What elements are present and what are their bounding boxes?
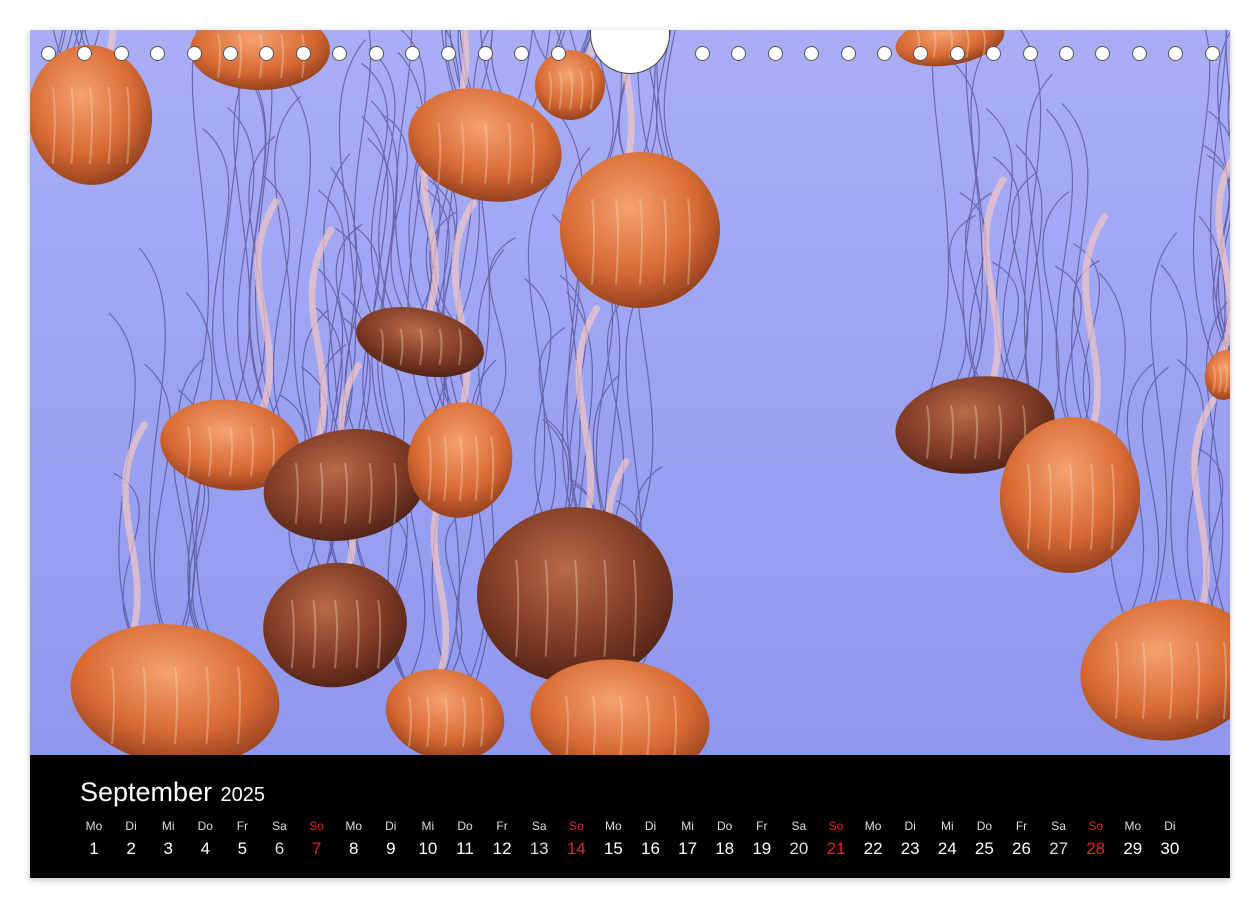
day-cell: So 14 — [557, 817, 595, 859]
day-cell: Mi 17 — [669, 817, 707, 859]
day-number: 27 — [1049, 839, 1069, 858]
weekday-label: Sa — [272, 819, 287, 833]
day-cell: Mo 1 — [75, 817, 113, 859]
day-number: 28 — [1086, 839, 1106, 858]
day-cell: Di 23 — [891, 817, 929, 859]
jellyfish-illustration — [30, 30, 1230, 755]
day-number: 8 — [348, 839, 359, 858]
day-cell: Fr 26 — [1003, 817, 1041, 859]
day-cell: Do 25 — [965, 817, 1003, 859]
day-number: 18 — [715, 839, 735, 858]
day-number: 14 — [566, 839, 586, 858]
weekday-label: Sa — [791, 819, 807, 833]
day-cell: Di 16 — [632, 817, 670, 859]
weekday-label: Fr — [756, 819, 768, 833]
weekday-label: Di — [644, 819, 657, 833]
day-number: 26 — [1012, 839, 1031, 858]
weekday-label: Sa — [531, 819, 547, 833]
weekday-label: Di — [1164, 819, 1176, 833]
day-cell: So 28 — [1077, 817, 1115, 859]
day-number: 30 — [1160, 839, 1180, 858]
weekday-label: Mo — [85, 819, 103, 833]
day-number: 9 — [386, 839, 396, 858]
weekday-label: Di — [904, 819, 916, 833]
weekday-label: So — [568, 819, 584, 833]
weekday-label: Di — [125, 819, 137, 833]
jellyfish-photo — [30, 30, 1230, 755]
year: 2025 — [220, 784, 266, 806]
day-number: 3 — [163, 839, 173, 858]
day-cell: Mo 29 — [1114, 817, 1152, 859]
weekday-label: Mi — [161, 819, 175, 833]
weekday-label: Mi — [940, 819, 954, 833]
calendar-strip: September 2025 Mo 1 Di 2 Mi 3 Do 4 Fr 5 Sa 6 So 7 Mo 8 D… — [30, 755, 1230, 878]
day-cell: Fr 12 — [483, 817, 521, 859]
day-cell: Mi 10 — [409, 817, 447, 859]
day-number: 15 — [603, 839, 623, 858]
weekday-label: So — [309, 819, 324, 833]
weekday-label: Do — [457, 819, 473, 833]
weekday-label: Mo — [1124, 819, 1142, 833]
day-cell: Do 18 — [706, 817, 744, 859]
day-cell: Di 30 — [1151, 817, 1189, 859]
weekday-label: Sa — [1051, 819, 1066, 833]
day-cell: Mi 3 — [149, 817, 187, 859]
day-number: 22 — [863, 839, 883, 858]
weekday-label: Mo — [864, 819, 882, 833]
day-number: 6 — [274, 839, 285, 858]
day-number: 23 — [900, 839, 920, 858]
day-number: 12 — [492, 839, 512, 858]
weekday-label: Di — [385, 819, 397, 833]
day-number: 5 — [237, 839, 248, 858]
weekday-label: Fr — [236, 819, 249, 833]
day-cell: Di 2 — [112, 817, 150, 859]
day-number: 7 — [311, 839, 322, 858]
day-cell: Mi 24 — [928, 817, 966, 859]
day-cell: Sa 27 — [1040, 817, 1078, 859]
day-cell: Di 9 — [372, 817, 410, 859]
day-number: 16 — [641, 839, 660, 858]
day-number: 21 — [826, 839, 846, 858]
day-cell: Mo 22 — [854, 817, 892, 859]
day-cell: Do 11 — [446, 817, 484, 859]
weekday-label: Mo — [345, 819, 363, 833]
day-number: 29 — [1123, 839, 1143, 858]
weekday-label: So — [828, 819, 844, 833]
day-number: 20 — [789, 839, 809, 858]
calendar-page: September 2025 Mo 1 Di 2 Mi 3 Do 4 Fr 5 Sa 6 So 7 Mo 8 D… — [30, 30, 1230, 878]
day-number: 4 — [200, 839, 211, 858]
day-number: 2 — [126, 839, 136, 858]
weekday-label: Do — [717, 819, 733, 833]
month-title: September 2025 — [80, 777, 265, 808]
weekday-label: Do — [197, 819, 213, 833]
day-cell: Mo 8 — [335, 817, 373, 859]
weekday-label: Do — [976, 819, 993, 833]
day-number: 19 — [752, 839, 772, 858]
weekday-label: Mo — [605, 819, 622, 833]
day-number: 17 — [678, 839, 698, 858]
day-cell: Sa 6 — [261, 817, 299, 859]
weekday-label: Fr — [1015, 819, 1028, 833]
day-cell: Fr 19 — [743, 817, 781, 859]
day-number: 11 — [456, 839, 474, 858]
day-cell: So 21 — [817, 817, 855, 859]
day-number: 10 — [418, 839, 438, 858]
day-grid: Mo 1 Di 2 Mi 3 Do 4 Fr 5 Sa 6 So 7 Mo 8 Di 9 Mi 10 Do 11 Fr 12 S… — [75, 817, 1211, 867]
weekday-label: Fr — [496, 819, 508, 833]
day-cell: Fr 5 — [223, 817, 261, 859]
day-cell: So 7 — [298, 817, 336, 859]
weekday-label: Mi — [421, 819, 435, 833]
weekday-label: Mi — [681, 819, 694, 833]
day-number: 25 — [974, 839, 994, 858]
day-cell: Sa 20 — [780, 817, 818, 859]
day-number: 13 — [529, 839, 549, 858]
day-cell: Do 4 — [186, 817, 224, 859]
day-cell: Sa 13 — [520, 817, 558, 859]
weekday-label: So — [1088, 819, 1104, 833]
day-number: 24 — [937, 839, 957, 858]
day-number: 1 — [89, 839, 99, 858]
day-cell: Mo 15 — [594, 817, 632, 859]
month-name: September — [80, 777, 213, 807]
